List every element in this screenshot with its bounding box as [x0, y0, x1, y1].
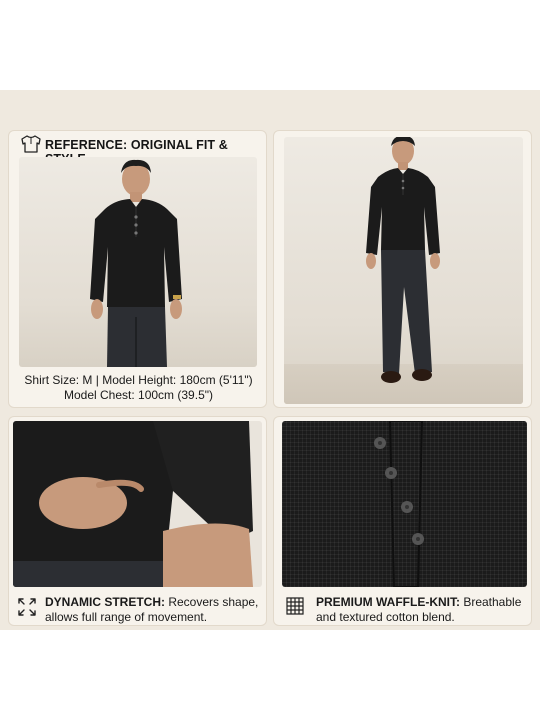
knit-photo — [282, 421, 527, 587]
reference-photo — [19, 157, 257, 367]
waffle-grid-icon — [286, 597, 304, 615]
knit-text-1: Breathable — [463, 595, 522, 609]
reference-caption: Shirt Size: M | Model Height: 180cm (5'1… — [9, 373, 268, 403]
stretch-text-2: allows full range of movement. — [45, 610, 208, 624]
product-feature-sheet: REFERENCE: ORIGINAL FIT & STYLE — [0, 90, 540, 630]
stretch-caption: DYNAMIC STRETCH: Recovers shape, allows … — [45, 595, 265, 625]
stretch-text-1: Recovers shape, — [168, 595, 259, 609]
shirt-icon — [21, 135, 41, 153]
stretch-panel: DYNAMIC STRETCH: Recovers shape, allows … — [8, 416, 267, 626]
full-body-panel — [273, 130, 532, 408]
full-body-photo — [284, 137, 523, 404]
knit-heading: PREMIUM WAFFLE-KNIT: — [316, 595, 460, 609]
reference-panel: REFERENCE: ORIGINAL FIT & STYLE — [8, 130, 267, 408]
knit-panel: PREMIUM WAFFLE-KNIT: Breathable and text… — [273, 416, 532, 626]
stretch-photo — [13, 421, 262, 587]
knit-caption: PREMIUM WAFFLE-KNIT: Breathable and text… — [316, 595, 530, 625]
expand-arrows-icon — [17, 597, 37, 617]
chest-line: Model Chest: 100cm (39.5") — [64, 388, 213, 402]
stretch-heading: DYNAMIC STRETCH: — [45, 595, 165, 609]
knit-text-2: and textured cotton blend. — [316, 610, 455, 624]
size-line: Shirt Size: M | Model Height: 180cm (5'1… — [24, 373, 253, 387]
